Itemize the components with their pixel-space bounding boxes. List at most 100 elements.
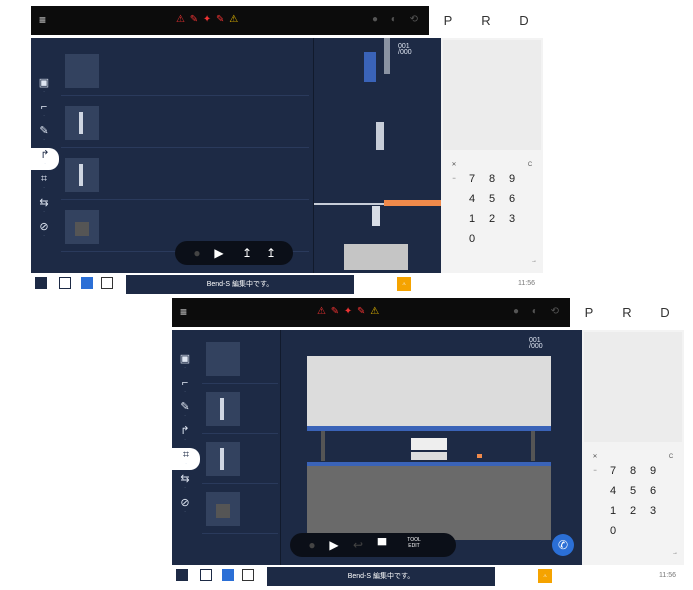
view-icon[interactable]: [200, 569, 212, 581]
keypad-4[interactable]: 4: [463, 190, 481, 208]
nav-item-2[interactable]: ⌐ ·: [33, 100, 55, 122]
play-icon[interactable]: ▶: [326, 537, 342, 553]
keypad-minus[interactable]: −: [586, 462, 604, 480]
keypad-3[interactable]: 3: [644, 502, 662, 520]
counter: 001 /000: [529, 337, 543, 350]
list-item[interactable]: [61, 150, 309, 200]
stop-button-icon[interactable]: [35, 277, 47, 289]
nav-item-6[interactable]: ⇆ ·: [174, 472, 196, 494]
camera-icon[interactable]: [222, 569, 234, 581]
list-item[interactable]: [202, 384, 278, 434]
bend-icon[interactable]: ↥: [239, 245, 255, 261]
bend-preview: 001 /000: [313, 38, 442, 273]
status-message: Bend-S 編集中です。: [267, 567, 495, 586]
keypad-2[interactable]: 2: [483, 210, 501, 228]
split-icon[interactable]: [101, 277, 113, 289]
mode-tabs: P R D: [429, 6, 543, 35]
playback-controls: ● ▶ ↥ ↥: [175, 241, 293, 265]
keypad-6[interactable]: 6: [503, 190, 521, 208]
stop-icon[interactable]: ●: [189, 245, 205, 261]
keypad-0[interactable]: 0: [604, 522, 622, 540]
input-panel: ✕ C − 7 8 9 4 5 6 1 2 3 0 →: [582, 330, 684, 565]
menu-icon[interactable]: ≡: [180, 306, 192, 318]
keypad-7[interactable]: 7: [604, 462, 622, 480]
status-icons: ● ◐ ⟲: [512, 306, 564, 317]
nav-item-7[interactable]: ⊘ ·: [174, 496, 196, 518]
status-message: Bend-S 編集中です。: [126, 275, 354, 294]
tool-layout-view: 001 /000: [280, 330, 582, 565]
input-panel: ✕ C − 7 8 9 4 5 6 1 2 3 0 →: [441, 38, 543, 273]
clock: 11:56: [518, 280, 535, 287]
pause-icon[interactable]: ↩: [350, 537, 366, 553]
tool-panel: ▣ · ⌐ · ✎ · ↱ · ⌗ · ⇆ · ⊘ · 001 /000 ● ▶…: [172, 330, 582, 565]
numeric-keypad: ✕ C − 7 8 9 4 5 6 1 2 3 0 →: [441, 156, 543, 273]
nav-item-bend[interactable]: ↱ ·: [31, 148, 59, 170]
list-item[interactable]: [202, 484, 278, 534]
warning-icon[interactable]: ⚠: [397, 277, 411, 291]
nav-item-3[interactable]: ✎ ·: [33, 124, 55, 146]
keypad-8[interactable]: 8: [624, 462, 642, 480]
screenshot-tool-layout: ≡ ⚠ ✎ ✦ ✎ ⚠ ● ◐ ⟲ P R D ▣ · ⌐ · ✎ · ↱ · ⌗ · ⇆…: [172, 298, 684, 587]
alert-icons: ⚠ ✎ ✦ ✎ ⚠: [317, 306, 381, 317]
camera-icon[interactable]: [81, 277, 93, 289]
nav-item-tool[interactable]: ⌗ ·: [172, 448, 200, 470]
side-nav: ▣ · ⌐ · ✎ · ↱ · ⌗ · ⇆ · ⊘ ·: [172, 330, 200, 565]
numeric-keypad: ✕ C − 7 8 9 4 5 6 1 2 3 0 →: [582, 448, 684, 565]
tab-p[interactable]: P: [429, 6, 467, 35]
play-icon[interactable]: ▶: [211, 245, 227, 261]
program-panel: ▣ · ⌐ · ✎ · ↱ · ⌗ · ⇆ · ⊘ · 001 /000 ● ▶…: [31, 38, 442, 273]
phone-icon[interactable]: ✆: [552, 534, 574, 556]
value-list: [443, 40, 541, 150]
nav-item-3[interactable]: ✎ ·: [174, 400, 196, 422]
tool-edit-button[interactable]: TOOL EDIT: [394, 537, 434, 553]
keypad-4[interactable]: 4: [604, 482, 622, 500]
keypad-0[interactable]: 0: [463, 230, 481, 248]
tab-r[interactable]: R: [467, 6, 505, 35]
clock: 11:56: [659, 572, 676, 579]
keypad-9[interactable]: 9: [503, 170, 521, 188]
list-item[interactable]: [61, 46, 309, 96]
keypad-1[interactable]: 1: [604, 502, 622, 520]
keypad-8[interactable]: 8: [483, 170, 501, 188]
keypad-9[interactable]: 9: [644, 462, 662, 480]
view-icon[interactable]: [59, 277, 71, 289]
tab-r[interactable]: R: [608, 298, 646, 327]
tab-d[interactable]: D: [505, 6, 543, 35]
press-diagram: [314, 38, 442, 270]
keypad-minus[interactable]: −: [445, 170, 463, 188]
bend-next-icon[interactable]: ↥: [263, 245, 279, 261]
bottom-bar: Bend-S 編集中です。 ⚠ 11:56: [172, 566, 684, 587]
keypad-5[interactable]: 5: [624, 482, 642, 500]
list-item[interactable]: [61, 98, 309, 148]
menu-icon[interactable]: ≡: [39, 14, 51, 26]
split-icon[interactable]: [242, 569, 254, 581]
bottom-bar: Bend-S 編集中です。 ⚠ 11:56: [31, 274, 543, 295]
nav-item-1[interactable]: ▣ ·: [33, 76, 55, 98]
keypad-enter[interactable]: →: [666, 544, 684, 562]
keypad-3[interactable]: 3: [503, 210, 521, 228]
keypad-7[interactable]: 7: [463, 170, 481, 188]
tab-d[interactable]: D: [646, 298, 684, 327]
list-item[interactable]: [202, 434, 278, 484]
nav-item-7[interactable]: ⊘ ·: [33, 220, 55, 242]
keypad-1[interactable]: 1: [463, 210, 481, 228]
nav-item-4[interactable]: ↱ ·: [174, 424, 196, 446]
stop-icon[interactable]: ●: [304, 537, 320, 553]
nav-item-1[interactable]: ▣ ·: [174, 352, 196, 374]
stop-button-icon[interactable]: [176, 569, 188, 581]
warning-icon[interactable]: ⚠: [538, 569, 552, 583]
tab-p[interactable]: P: [570, 298, 608, 327]
nav-item-6[interactable]: ⇆ ·: [33, 196, 55, 218]
keypad-2[interactable]: 2: [624, 502, 642, 520]
keypad-enter[interactable]: →: [525, 252, 543, 270]
keypad-6[interactable]: 6: [644, 482, 662, 500]
tool-icon[interactable]: ▀: [374, 537, 390, 553]
press-machine-diagram: [307, 356, 551, 540]
screenshot-bend-program: ≡ ⚠ ✎ ✦ ✎ ⚠ ● ◐ ⟲ P R D ▣ · ⌐ · ✎ · ↱ · ⌗ · ⇆…: [31, 6, 543, 295]
keypad-5[interactable]: 5: [483, 190, 501, 208]
status-icons: ● ◐ ⟲: [371, 14, 423, 25]
list-item[interactable]: [202, 334, 278, 384]
nav-item-5[interactable]: ⌗ ·: [33, 172, 55, 194]
nav-item-2[interactable]: ⌐ ·: [174, 376, 196, 398]
value-list: [584, 332, 682, 442]
